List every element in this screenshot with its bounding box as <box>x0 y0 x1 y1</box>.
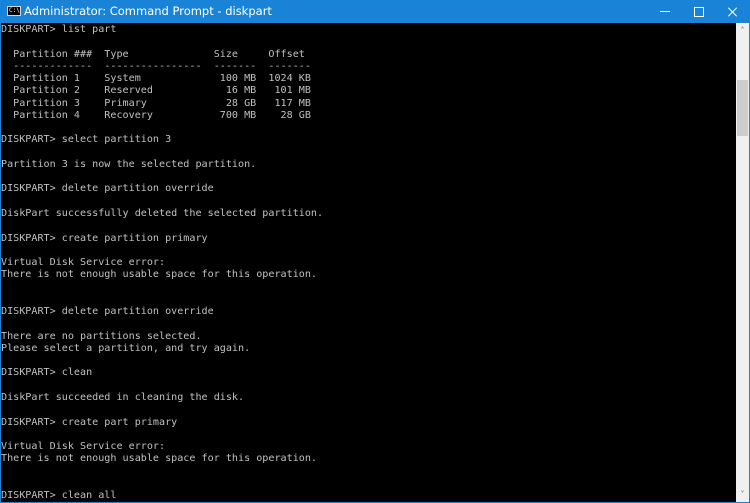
console-output-line <box>1 429 323 441</box>
console-command-line: DISKPART> clean all <box>1 490 117 502</box>
console-lines: DISKPART> list part Partition ### Type S… <box>1 24 323 502</box>
console-output-line <box>1 404 323 416</box>
console-output-line: There are no partitions selected. <box>1 330 202 342</box>
console-command-line: DISKPART> list part <box>1 24 117 35</box>
console-command-line: DISKPART> select partition 3 <box>1 134 172 146</box>
console-output-line <box>1 196 323 208</box>
title-bar[interactable]: Administrator: Command Prompt - diskpart <box>0 0 750 23</box>
console-output-line <box>1 318 323 330</box>
console-output-line: There is not enough usable space for thi… <box>1 453 318 465</box>
console-output-line <box>1 36 323 48</box>
close-icon <box>728 7 738 17</box>
console-output-line: Partition 3 Primary 28 GB 117 MB <box>1 97 311 109</box>
close-button[interactable] <box>715 0 750 23</box>
console-command-line: DISKPART> delete partition override <box>1 183 214 195</box>
window-border-left <box>0 23 1 503</box>
console-output-line <box>1 245 323 257</box>
console-output-line: ------------- ---------------- ------- -… <box>1 60 311 72</box>
console-command-line: DISKPART> clean <box>1 367 93 379</box>
console-output-line: Partition 2 Reserved 16 MB 101 MB <box>1 85 311 97</box>
console-output-line <box>1 171 323 183</box>
console-output-line: DiskPart successfully deleted the select… <box>1 207 324 219</box>
console-output-line <box>1 282 323 294</box>
console-output-line: Virtual Disk Service error: <box>1 441 166 453</box>
console-output-line <box>1 466 323 478</box>
maximize-icon <box>693 6 704 17</box>
console-output-line <box>1 380 323 392</box>
maximize-button[interactable] <box>681 0 716 23</box>
command-prompt-window: Administrator: Command Prompt - diskpart… <box>0 0 750 503</box>
scrollbar-thumb[interactable] <box>737 80 748 136</box>
window-title: Administrator: Command Prompt - diskpart <box>24 4 272 18</box>
console-output-line: Partition 3 is now the selected partitio… <box>1 158 257 170</box>
console-output-line: Virtual Disk Service error: <box>1 257 166 269</box>
console-output-line: Partition ### Type Size Offset <box>1 48 305 60</box>
chevron-up-icon: ˄ <box>740 26 745 35</box>
console-command-line: DISKPART> delete partition override <box>1 306 214 318</box>
console-output-line <box>1 122 323 134</box>
console-output-line <box>1 220 323 232</box>
console-command-line: DISKPART> create part primary <box>1 416 178 428</box>
scroll-up-button[interactable]: ˄ <box>736 23 749 38</box>
console-output-line: Please select a partition, and try again… <box>1 342 251 354</box>
minimize-icon <box>659 11 670 12</box>
console-output-line: There is not enough usable space for thi… <box>1 269 318 281</box>
console-output-line <box>1 147 323 159</box>
console-output-line <box>1 355 323 367</box>
console-output[interactable]: DISKPART> list part Partition ### Type S… <box>1 23 736 502</box>
minimize-button[interactable] <box>647 0 682 23</box>
console-output-line: DiskPart succeeded in cleaning the disk. <box>1 391 245 403</box>
console-output-line <box>1 478 323 490</box>
vertical-scrollbar[interactable]: ˄ ˅ <box>736 23 749 502</box>
chevron-down-icon: ˅ <box>740 490 745 499</box>
console-command-line: DISKPART> create partition primary <box>1 232 208 244</box>
console-output-line: Partition 1 System 100 MB 1024 KB <box>1 73 311 85</box>
console-output-line <box>1 294 323 306</box>
cmd-icon <box>7 6 21 16</box>
console-output-line: Partition 4 Recovery 700 MB 28 GB <box>1 109 311 121</box>
scroll-down-button[interactable]: ˅ <box>736 487 749 502</box>
